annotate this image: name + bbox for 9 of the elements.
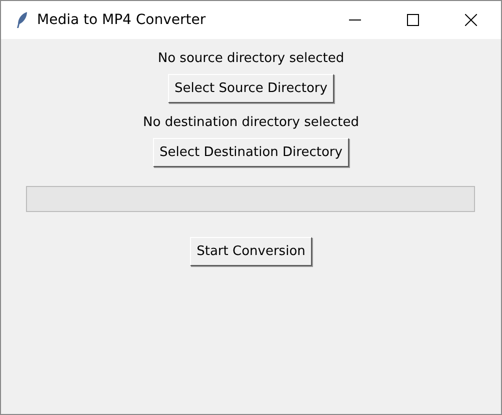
close-icon[interactable] [465, 14, 477, 26]
maximize-icon[interactable] [407, 14, 419, 26]
feather-icon [15, 11, 29, 29]
window-title: Media to MP4 Converter [37, 12, 206, 28]
start-conversion-button[interactable]: Start Conversion [190, 237, 312, 266]
select-destination-button[interactable]: Select Destination Directory [152, 138, 350, 167]
source-status-label: No source directory selected [158, 51, 344, 66]
select-source-button[interactable]: Select Source Directory [168, 74, 334, 103]
destination-status-label: No destination directory selected [143, 115, 359, 130]
